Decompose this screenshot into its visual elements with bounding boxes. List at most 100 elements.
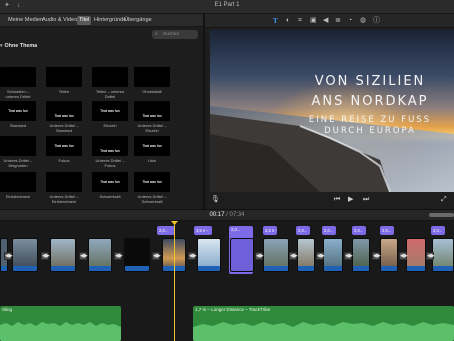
audio-clip[interactable]: 1,7 m – Longer Distance – TrackTribe xyxy=(193,306,454,341)
title-tile[interactable]: That was fun Fokus xyxy=(46,136,82,163)
title-thumbnail: That was fun xyxy=(134,136,170,156)
transition-marker[interactable]: ◀▶ xyxy=(79,252,88,260)
viewer-canvas[interactable]: VON SIZILIEN ANS NORDKAP EINE REISE ZU F… xyxy=(210,30,454,192)
transition-marker[interactable]: ◀▶ xyxy=(188,252,197,260)
adjustments-bar: T ◐ ⌗ ▣ ◀ ≣ ◔ ◍ ⓘ xyxy=(205,14,454,28)
title-tile[interactable]: That was fun Einzeln xyxy=(92,101,128,128)
title-thumbnail: That was fun xyxy=(92,172,128,192)
camera-icon[interactable]: ▣ xyxy=(310,17,317,25)
playhead[interactable] xyxy=(174,221,175,341)
title-tile[interactable]: Einblendmeni xyxy=(0,172,36,199)
video-clip[interactable] xyxy=(352,238,370,272)
transition-marker[interactable]: ◀▶ xyxy=(289,252,298,260)
transition-marker[interactable]: ◀▶ xyxy=(316,252,325,260)
section-title[interactable]: ▾ Ohne Thema xyxy=(0,43,37,49)
video-clip[interactable] xyxy=(406,238,426,272)
title-thumbnail xyxy=(0,136,36,156)
title-tile[interactable]: Unteres Drittel – Einblendmeni xyxy=(46,172,82,204)
title-tile[interactable]: That was fun Unteres Drittel – Einzeln xyxy=(134,101,170,133)
video-clip[interactable] xyxy=(323,238,343,272)
video-clip[interactable] xyxy=(124,238,150,272)
window-title: E1 Part 1 xyxy=(214,2,240,8)
title-tile[interactable]: Teilen – unteres Drittel xyxy=(92,67,128,99)
video-clip[interactable] xyxy=(263,238,289,272)
fullscreen-icon[interactable]: ⤢ xyxy=(441,196,447,204)
video-clip[interactable] xyxy=(297,238,315,272)
video-clip[interactable] xyxy=(50,238,76,272)
title-tile[interactable]: Teilen xyxy=(46,67,82,94)
noise-icon[interactable]: ◍ xyxy=(360,17,366,25)
title-thumbnail: That was fun xyxy=(46,136,82,156)
sunset-beach-image xyxy=(210,30,454,192)
section-title-label: Ohne Thema xyxy=(4,43,38,49)
transition-marker[interactable]: ◀▶ xyxy=(344,252,353,260)
mic-icon[interactable]: 🎙 xyxy=(211,196,220,204)
transition-marker[interactable]: ◀▶ xyxy=(114,252,123,260)
tile-label: Einblendmeni xyxy=(5,194,31,199)
play-icon[interactable]: ▶ xyxy=(348,196,353,204)
transition-marker[interactable]: ◀▶ xyxy=(372,252,381,260)
title-thumbnail xyxy=(134,67,170,87)
video-clip[interactable] xyxy=(432,238,454,272)
equalizer-icon[interactable]: ≣ xyxy=(335,17,341,25)
transition-marker[interactable]: ◀▶ xyxy=(152,252,161,260)
title-clip[interactable]: 2,0... xyxy=(296,226,310,235)
title-tile[interactable]: That was fun Unteres Drittel – Schwerkraf… xyxy=(134,172,170,204)
current-time: 00:17 xyxy=(209,212,225,218)
viewer-title-line2: ANS NORDKAP xyxy=(311,94,429,109)
transition-marker[interactable]: ◀▶ xyxy=(399,252,408,260)
transition-marker[interactable]: ◀▶ xyxy=(426,252,435,260)
chevron-down-icon: ▾ xyxy=(0,43,3,49)
skip-back-icon[interactable]: ⏮ xyxy=(334,196,340,204)
speaker-icon[interactable]: ◀ xyxy=(323,17,328,25)
audio-clip[interactable]: Sling xyxy=(0,306,121,341)
title-thumbnail xyxy=(0,172,36,192)
title-tile[interactable]: Unteres Drittel – Weg/unten xyxy=(0,136,36,168)
search-placeholder: Suchen xyxy=(163,32,180,37)
video-clip[interactable] xyxy=(88,238,112,272)
title-clip[interactable]: 2,0... xyxy=(322,226,336,235)
transition-marker[interactable]: ◀▶ xyxy=(4,252,13,260)
text-icon[interactable]: T xyxy=(273,17,278,25)
title-thumbnail xyxy=(46,67,82,87)
tab-audio-video[interactable]: Audio & Video xyxy=(40,16,79,25)
video-clip[interactable] xyxy=(12,238,38,272)
speed-icon[interactable]: ◔ xyxy=(348,17,352,25)
tab-titel[interactable]: Titel xyxy=(77,16,92,25)
color-icon[interactable]: ◐ xyxy=(286,17,290,25)
timeline-zoom-slider[interactable] xyxy=(429,213,454,217)
title-clip[interactable]: 2,0... xyxy=(380,226,394,235)
pane-divider[interactable] xyxy=(203,14,205,209)
title-tile[interactable]: That was fun Linie xyxy=(134,136,170,163)
title-tile[interactable]: Ohnekatalt xyxy=(134,67,170,94)
title-tile[interactable]: That was fun Schwerkraft xyxy=(92,172,128,199)
transition-marker[interactable]: ◀▶ xyxy=(41,252,50,260)
tab-uebergaenge[interactable]: Übergänge xyxy=(122,16,154,25)
timeline[interactable]: 2,0... 3,5 s – 2,0... 3,5 s – T... 2,0..… xyxy=(0,221,454,341)
tile-label: Teilen xyxy=(58,89,70,94)
video-clip[interactable] xyxy=(197,238,221,272)
title-tile[interactable]: That was fun Unteres Drittel – Standard xyxy=(46,101,82,133)
title-clip[interactable]: 3,5 s – xyxy=(194,226,212,235)
title-tile[interactable]: That was fun Standard xyxy=(0,101,36,128)
title-clip[interactable]: 2,0... xyxy=(157,226,175,235)
search-input[interactable]: ⌕ Suchen xyxy=(152,30,198,39)
playhead-handle[interactable] xyxy=(171,221,178,225)
title-thumbnail: That was fun xyxy=(134,172,170,192)
title-background-clip[interactable] xyxy=(230,238,254,272)
title-clip[interactable]: 3,5 s – T... xyxy=(263,226,277,235)
title-tile[interactable]: That was fun Unteres Drittel – Fokus xyxy=(92,136,128,168)
crop-icon[interactable]: ⌗ xyxy=(298,17,302,25)
title-thumbnail: That was fun xyxy=(0,101,36,121)
title-clip[interactable]: 2,0... xyxy=(352,226,366,235)
skip-forward-icon[interactable]: ⏭ xyxy=(363,196,369,204)
title-clip[interactable]: 2,0... xyxy=(431,226,445,235)
info-icon[interactable]: ⓘ xyxy=(373,17,380,25)
title-tile[interactable]: Schweben – unteres Drittel xyxy=(0,67,36,99)
title-thumbnail: That was fun xyxy=(46,101,82,121)
audio-waveform xyxy=(0,322,121,341)
audio-waveform xyxy=(193,322,454,341)
transition-marker[interactable]: ◀▶ xyxy=(255,252,264,260)
tile-label: Teilen – unteres Drittel xyxy=(95,89,125,99)
video-clip[interactable] xyxy=(380,238,398,272)
